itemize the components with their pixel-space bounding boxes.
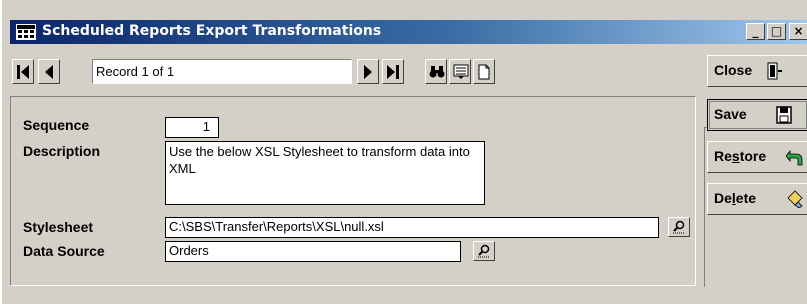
data-source-browse-button[interactable] xyxy=(473,241,495,261)
maximize-button[interactable]: □ xyxy=(767,23,786,40)
app-icon xyxy=(16,24,36,40)
eraser-icon xyxy=(787,190,803,208)
close-label: Close xyxy=(714,62,753,78)
data-source-field[interactable]: Orders xyxy=(165,241,461,262)
save-label: Save xyxy=(714,106,747,122)
data-source-label: Data Source xyxy=(23,243,105,259)
list-view-icon xyxy=(453,64,469,79)
stylesheet-label: Stylesheet xyxy=(23,219,94,235)
close-window-button[interactable]: × xyxy=(789,23,807,40)
floppy-disk-icon xyxy=(776,106,792,124)
previous-record-button[interactable] xyxy=(38,59,60,84)
undo-arrow-icon xyxy=(786,149,803,166)
new-record-icon xyxy=(478,64,490,80)
last-record-button[interactable] xyxy=(382,59,404,84)
title-bar[interactable]: Scheduled Reports Export Transformations… xyxy=(10,20,807,44)
stylesheet-field[interactable]: C:\SBS\Transfer\Reports\XSL\null.xsl xyxy=(165,217,659,238)
sequence-field[interactable]: 1 xyxy=(165,117,219,138)
first-record-button[interactable] xyxy=(12,59,34,84)
new-record-button[interactable] xyxy=(473,59,495,84)
first-record-icon xyxy=(17,65,29,79)
delete-button[interactable]: Delete xyxy=(707,183,807,215)
window-title: Scheduled Reports Export Transformations xyxy=(42,23,382,39)
binoculars-icon xyxy=(429,66,445,78)
sequence-label: Sequence xyxy=(23,117,90,133)
next-record-button[interactable] xyxy=(357,59,379,84)
delete-label: De xyxy=(714,190,732,206)
minimize-button[interactable]: _ xyxy=(746,23,765,40)
record-navigation-bar: Record 1 of 1 xyxy=(12,52,702,88)
stylesheet-browse-button[interactable] xyxy=(668,217,690,237)
find-button[interactable] xyxy=(425,59,447,84)
previous-record-icon xyxy=(45,65,53,79)
app-window: Scheduled Reports Export Transformations… xyxy=(0,0,807,304)
exit-door-icon xyxy=(767,62,782,80)
close-button[interactable]: Close xyxy=(707,55,807,87)
detail-panel: Sequence 1 Description Use the below XSL… xyxy=(10,96,696,286)
description-label: Description xyxy=(23,143,101,159)
restore-label: Re xyxy=(714,148,732,164)
list-view-button[interactable] xyxy=(449,59,471,84)
restore-label-rest: tore xyxy=(739,148,767,164)
restore-button[interactable]: Restore xyxy=(707,141,807,173)
description-field[interactable]: Use the below XSL Stylesheet to transfor… xyxy=(165,141,485,205)
delete-label-rest: ete xyxy=(735,190,757,206)
next-record-icon xyxy=(364,65,372,79)
record-indicator[interactable]: Record 1 of 1 xyxy=(92,59,352,84)
save-button[interactable]: Save xyxy=(707,99,807,131)
restore-accesskey: s xyxy=(731,148,740,164)
last-record-icon xyxy=(387,65,399,79)
lookup-icon xyxy=(478,244,490,258)
lookup-icon xyxy=(673,220,685,234)
